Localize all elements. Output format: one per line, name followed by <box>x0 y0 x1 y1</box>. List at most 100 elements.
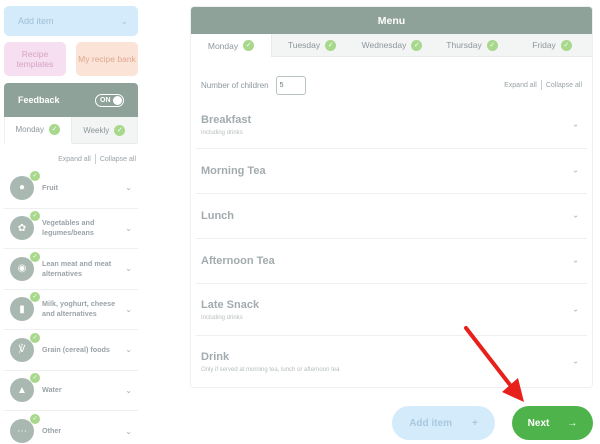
recipe-templates-button[interactable]: Recipe templates <box>4 42 66 76</box>
water-drop-icon: ▲ ✓ <box>10 373 40 403</box>
food-group-label: Lean meat and meat alternatives <box>42 258 112 278</box>
meal-lunch[interactable]: Lunch ⌄ <box>196 194 587 239</box>
feedback-toggle-label: ON <box>100 96 111 104</box>
chevron-down-icon: ⌄ <box>125 385 132 395</box>
feedback-expand-controls: Expand all Collapse all <box>4 154 138 164</box>
divider <box>94 154 96 164</box>
feedback-toggle[interactable]: ON <box>95 93 124 107</box>
list-item-grain[interactable]: ℣ ✓ Grain (cereal) foods ⌄ <box>4 330 138 371</box>
quick-tiles: Recipe templates My recipe bank <box>4 42 138 76</box>
chevron-down-icon: ⌄ <box>125 264 132 274</box>
add-item-dropdown[interactable]: Add item ⌄ <box>4 6 138 36</box>
arrow-right-icon: → <box>567 417 578 429</box>
recipe-bank-button[interactable]: My recipe bank <box>76 42 138 76</box>
check-icon: ✓ <box>48 124 60 135</box>
tab-weekly[interactable]: Weekly ✓ <box>71 117 137 144</box>
list-item-dairy[interactable]: ▮ ✓ Milk, yoghurt, cheese and alternative… <box>4 290 138 330</box>
collapse-all-link[interactable]: Collapse all <box>546 82 582 89</box>
chevron-down-icon: ⌄ <box>125 345 132 355</box>
tab-monday[interactable]: Monday ✓ <box>191 34 272 57</box>
meat-icon: ◉ ✓ <box>10 251 40 281</box>
feedback-title: Feedback <box>18 95 60 105</box>
meal-list: Breakfast Including drinks ⌄ Morning Tea… <box>191 101 592 387</box>
feedback-header: Feedback ON <box>4 83 138 117</box>
annotation-arrow-icon <box>464 326 524 402</box>
collapse-all-link[interactable]: Collapse all <box>100 156 136 163</box>
add-item-label: Add item <box>18 16 54 26</box>
meal-subtitle: Only if served at morning tea, lunch or … <box>201 367 340 373</box>
tab-monday[interactable]: Monday ✓ <box>5 117 72 144</box>
tab-label: Monday <box>207 40 239 51</box>
vegetables-icon: ✿ ✓ <box>10 211 40 241</box>
chevron-down-icon: ⌄ <box>572 356 579 366</box>
expand-all-link[interactable]: Expand all <box>58 156 91 163</box>
list-item-other[interactable]: ⋯ ✓ Other ⌄ <box>4 411 138 444</box>
meal-title: Lunch <box>201 210 234 222</box>
meal-late-snack[interactable]: Late Snack Including drinks ⌄ <box>196 284 587 336</box>
apple-icon: ● ✓ <box>10 170 40 200</box>
chevron-down-icon: ⌄ <box>120 15 128 26</box>
day-tabs: Monday ✓ Tuesday ✓ Wednesday ✓ Thursday … <box>191 34 592 57</box>
chevron-down-icon: ⌄ <box>125 223 132 233</box>
toggle-knob <box>113 95 122 105</box>
meal-subtitle: Including drinks <box>201 129 243 136</box>
tab-tuesday[interactable]: Tuesday ✓ <box>272 34 352 57</box>
chevron-down-icon: ⌄ <box>125 426 132 436</box>
menu-title: Menu <box>191 7 592 34</box>
children-label: Number of children <box>201 80 269 90</box>
tab-wednesday[interactable]: Wednesday ✓ <box>352 34 432 57</box>
food-group-label: Milk, yoghurt, cheese and alternatives <box>42 299 116 319</box>
check-icon: ✓ <box>30 251 40 262</box>
tab-label: Wednesday <box>361 40 407 50</box>
chevron-down-icon: ⌄ <box>572 255 579 265</box>
menu-expand-controls: Expand all Collapse all <box>504 80 582 90</box>
list-item-meat[interactable]: ◉ ✓ Lean meat and meat alternatives ⌄ <box>4 249 138 290</box>
chevron-down-icon: ⌄ <box>572 165 579 175</box>
meal-afternoon-tea[interactable]: Afternoon Tea ⌄ <box>196 239 587 284</box>
chevron-down-icon: ⌄ <box>125 304 132 314</box>
check-icon: ✓ <box>560 39 572 51</box>
check-icon: ✓ <box>30 211 40 222</box>
list-item-fruit[interactable]: ● ✓ Fruit ⌄ <box>4 168 138 209</box>
check-icon: ✓ <box>243 40 255 51</box>
next-button[interactable]: Next → <box>512 406 593 440</box>
meal-title: Morning Tea <box>201 165 266 177</box>
check-icon: ✓ <box>486 39 498 51</box>
divider <box>540 80 542 90</box>
tab-label: Weekly <box>83 125 110 135</box>
food-group-list: ● ✓ Fruit ⌄ ✿ ✓ Vegetables and legumes/bea… <box>4 168 138 444</box>
expand-all-link[interactable]: Expand all <box>504 82 537 89</box>
chevron-down-icon: ⌄ <box>125 183 132 193</box>
chevron-down-icon: ⌄ <box>572 304 579 314</box>
list-item-water[interactable]: ▲ ✓ Water ⌄ <box>4 371 138 411</box>
children-row: Number of children Expand all Collapse a… <box>191 74 592 96</box>
tab-thursday[interactable]: Thursday ✓ <box>432 34 512 57</box>
add-item-button-label: Add item <box>409 417 452 429</box>
meal-title: Afternoon Tea <box>201 255 275 267</box>
food-group-label: Water <box>42 385 62 395</box>
food-group-label: Fruit <box>42 182 58 192</box>
tab-label: Friday <box>532 40 556 50</box>
check-icon: ✓ <box>30 332 40 343</box>
next-button-label: Next <box>527 417 550 429</box>
check-icon: ✓ <box>30 292 40 303</box>
meal-breakfast[interactable]: Breakfast Including drinks ⌄ <box>196 101 587 149</box>
check-icon: ✓ <box>30 170 40 181</box>
menu-panel: Menu Monday ✓ Tuesday ✓ Wednesday ✓ Thur… <box>190 6 593 388</box>
tab-label: Monday <box>15 125 44 134</box>
list-item-vegetables[interactable]: ✿ ✓ Vegetables and legumes/beans ⌄ <box>4 209 138 249</box>
tab-label: Tuesday <box>287 40 321 50</box>
feedback-tabs: Monday ✓ Weekly ✓ <box>4 117 138 144</box>
add-item-button[interactable]: Add item + <box>392 406 495 440</box>
check-icon: ✓ <box>30 373 40 384</box>
check-icon: ✓ <box>30 414 40 425</box>
chevron-down-icon: ⌄ <box>572 210 579 220</box>
check-icon: ✓ <box>114 124 126 136</box>
tab-label: Thursday <box>446 40 482 50</box>
tab-friday[interactable]: Friday ✓ <box>512 34 592 57</box>
meal-title: Breakfast <box>201 113 252 126</box>
meal-subtitle: Including drinks <box>201 314 243 321</box>
children-count-input[interactable] <box>275 75 306 95</box>
meal-morning-tea[interactable]: Morning Tea ⌄ <box>196 149 587 194</box>
meal-drink[interactable]: Drink Only if served at morning tea, lun… <box>196 336 587 387</box>
